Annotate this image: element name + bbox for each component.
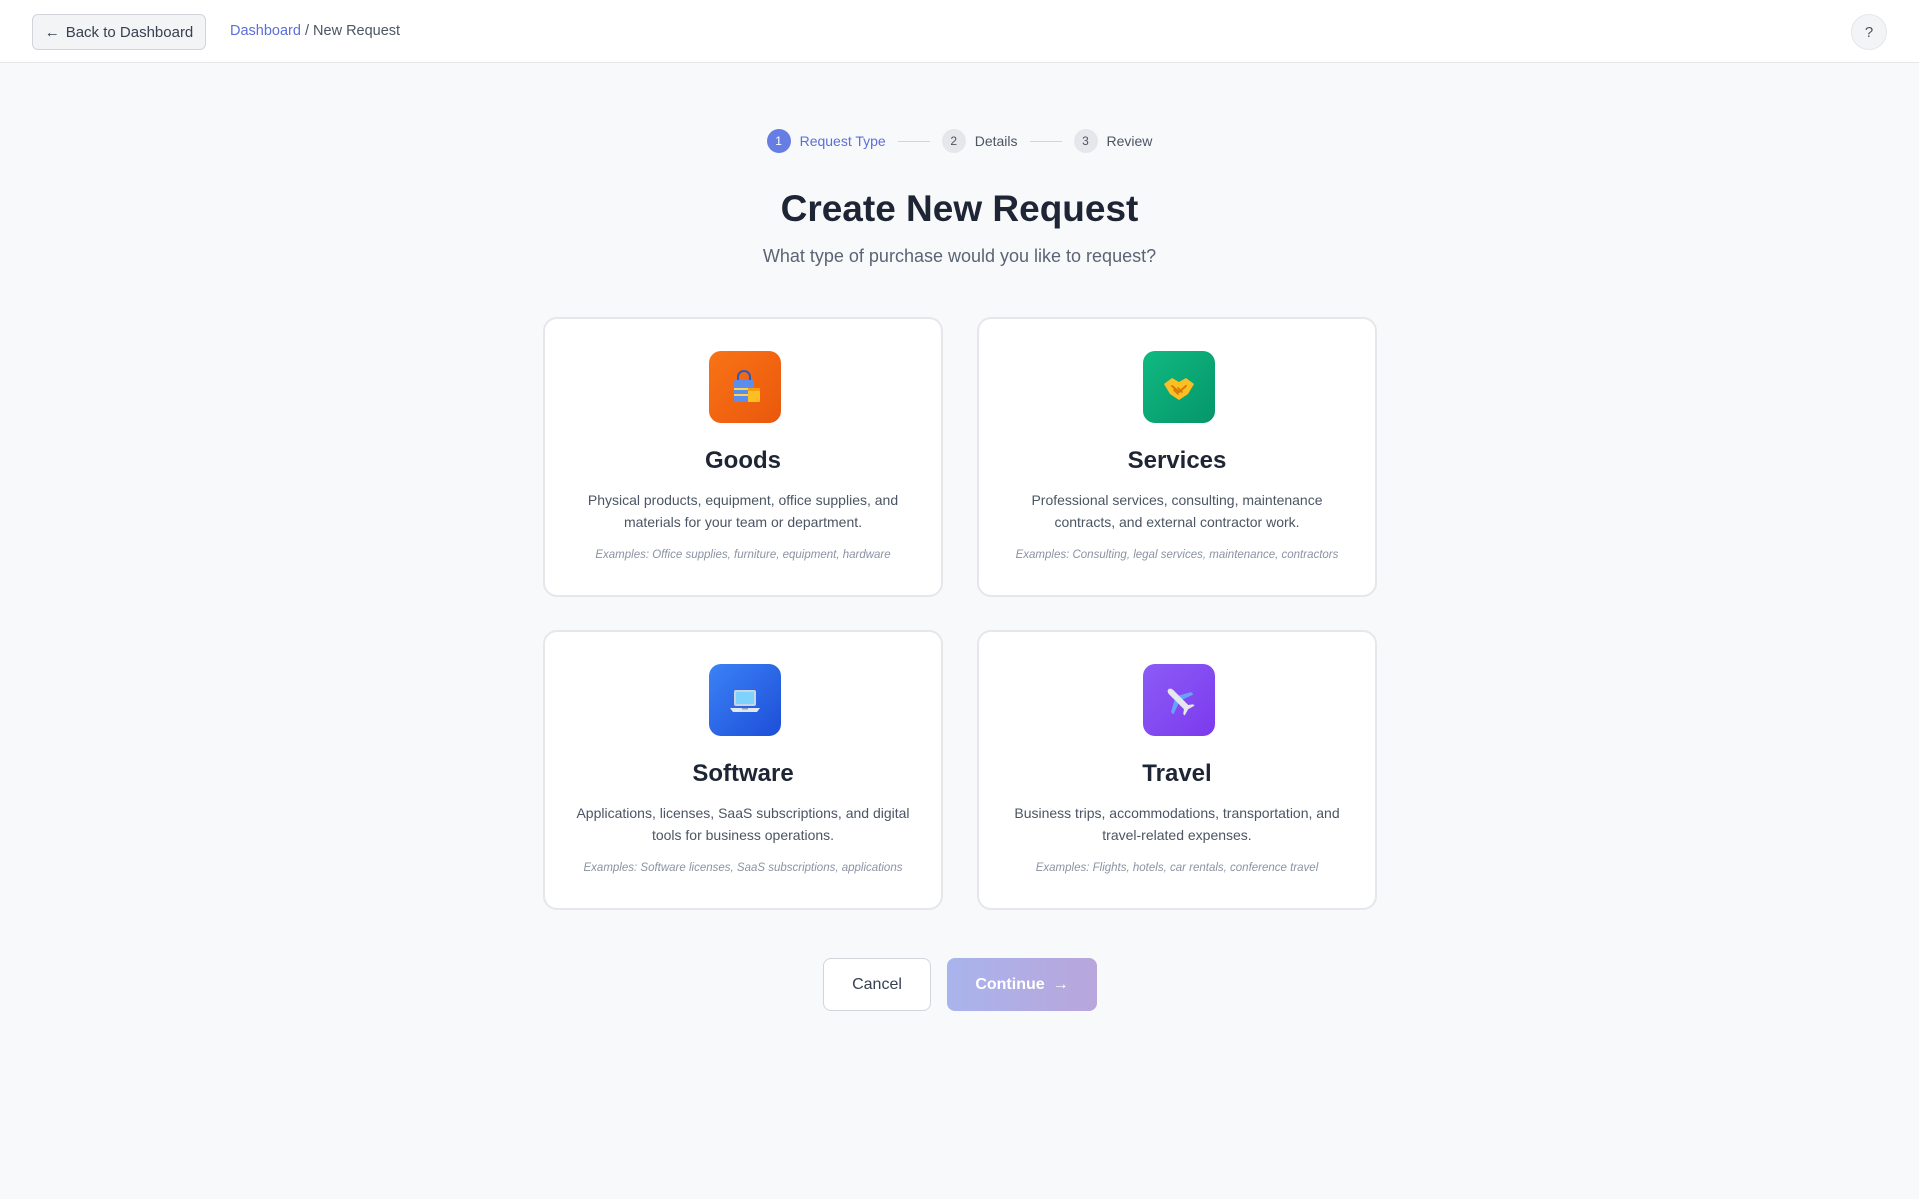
help-button[interactable]: ? — [1851, 14, 1887, 50]
airplane-icon — [1143, 664, 1215, 736]
cancel-button[interactable]: Cancel — [823, 958, 931, 1011]
step-number: 1 — [766, 129, 791, 153]
card-title: Services — [1127, 447, 1227, 474]
request-type-card-services[interactable]: Services Professional services, consulti… — [977, 317, 1377, 597]
page-subtitle: What type of purchase would you like to … — [762, 246, 1157, 266]
request-type-card-software[interactable]: Software Applications, licenses, SaaS su… — [543, 630, 943, 910]
card-description: Physical products, equipment, office sup… — [587, 492, 899, 530]
step-label: Request Type — [799, 133, 886, 149]
card-title: Travel — [1142, 760, 1212, 787]
breadcrumb-link-dashboard[interactable]: Dashboard — [230, 23, 301, 39]
card-title: Software — [692, 760, 794, 787]
step-request-type: 1 Request Type — [766, 129, 886, 153]
card-title: Goods — [705, 447, 781, 474]
page-title: Create New Request — [780, 188, 1139, 229]
laptop-icon — [709, 664, 781, 736]
back-arrow-icon: ← — [44, 23, 60, 41]
card-description: Applications, licenses, SaaS subscriptio… — [576, 805, 910, 843]
breadcrumb-separator: / — [304, 23, 309, 39]
card-examples: Examples: Office supplies, furniture, eq… — [595, 549, 891, 561]
card-examples: Examples: Software licenses, SaaS subscr… — [583, 862, 903, 874]
step-details: 2 Details — [941, 129, 1018, 153]
step-label: Review — [1106, 133, 1153, 149]
back-to-dashboard-button[interactable]: ← Back to Dashboard — [32, 14, 206, 50]
breadcrumb: Dashboard / New Request — [230, 23, 400, 39]
step-review: 3 Review — [1073, 129, 1153, 153]
progress-stepper: 1 Request Type 2 Details 3 Review — [0, 128, 1919, 154]
card-examples: Examples: Consulting, legal services, ma… — [1015, 549, 1339, 561]
card-examples: Examples: Flights, hotels, car rentals, … — [1035, 862, 1319, 874]
request-type-card-travel[interactable]: Travel Business trips, accommodations, t… — [977, 630, 1377, 910]
step-connector — [897, 140, 930, 142]
back-button-label: Back to Dashboard — [65, 23, 194, 41]
handshake-icon — [1143, 351, 1215, 423]
card-description: Professional services, consulting, maint… — [1031, 492, 1323, 530]
continue-button[interactable]: Continue → — [947, 958, 1097, 1011]
breadcrumb-current: New Request — [313, 23, 401, 39]
step-number: 2 — [941, 129, 966, 153]
top-bar: ← Back to Dashboard Dashboard / New Requ… — [0, 0, 1919, 63]
shopping-bag-icon — [709, 351, 781, 423]
card-description: Business trips, accommodations, transpor… — [1014, 805, 1340, 843]
step-number: 3 — [1073, 129, 1098, 153]
request-type-card-goods[interactable]: Goods Physical products, equipment, offi… — [543, 317, 943, 597]
step-label: Details — [974, 133, 1018, 149]
help-icon: ? — [1864, 23, 1874, 41]
continue-button-label: Continue — [975, 975, 1045, 993]
step-connector — [1029, 140, 1062, 142]
arrow-right-icon: → — [1052, 975, 1069, 993]
